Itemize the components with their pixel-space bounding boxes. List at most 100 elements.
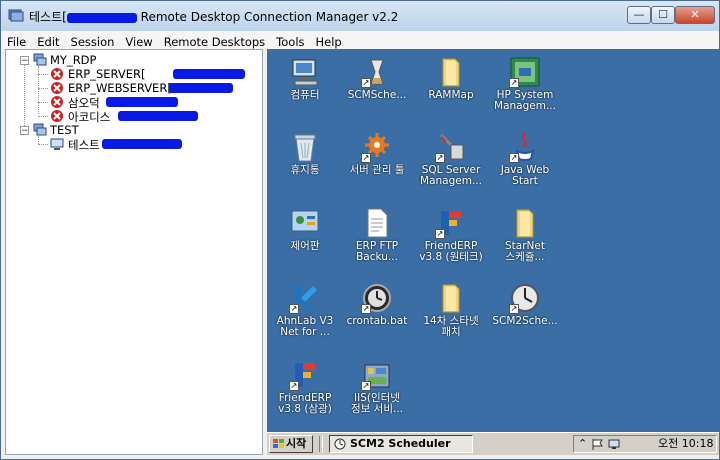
desktop-icon-frienderp-samkwang[interactable]: ↗ FriendERP v3.8 (삼광) [267,359,343,415]
start-button[interactable]: 시작 [269,435,313,453]
collapse-toggle[interactable]: − [20,126,29,136]
folder-icon [442,284,460,313]
redaction-bar [102,139,182,149]
tree-group-my-rdp[interactable]: − MY_RDP [16,53,216,67]
minimize-button[interactable]: — [627,6,651,24]
tree-item-label: 테스트 [68,138,100,152]
menu-session[interactable]: Session [65,33,120,49]
server-group-icon [33,123,47,136]
icon-label: HP System Managem... [494,89,556,112]
icon-label: IIS(인터넷 정보 서비... [351,392,403,415]
maximize-button[interactable]: ☐ [651,6,675,24]
tree-item-label: ERP_WEBSERVER[ [68,81,172,95]
desktop-icon-recycle-bin[interactable]: 휴지통 [267,131,343,176]
tree-item-samoduk[interactable]: 삼오덕 [36,95,256,110]
desktop-icon-starnet-patch[interactable]: 14차 스타넷 패치 [413,282,489,338]
menu-help[interactable]: Help [310,33,347,49]
start-label: 시작 [286,437,307,450]
remote-desktop-view[interactable]: 컴퓨터 ↗ SCMSche... RAMMap ↗ HP System Mana… [267,49,719,455]
tree-item-test-server[interactable]: 테스트 [36,137,256,152]
desktop-icon-java-web-start[interactable]: ↗ Java Web Start [487,131,563,187]
window-title: 테스트[ Remote Desktop Connection Manager v… [29,8,398,25]
tree-group-label: MY_RDP [50,53,97,67]
desktop-icon-hp-system-management[interactable]: ↗ HP System Managem... [487,56,563,112]
icon-label: ERP FTP Backu... [355,240,399,263]
app-icon [8,9,24,22]
tree-connector [38,116,48,117]
tree-item-erp-webserver[interactable]: ERP_WEBSERVER[ [36,81,256,95]
menu-tools[interactable]: Tools [270,33,309,49]
icon-label: Java Web Start [500,164,550,187]
icon-label: SQL Server Managem... [420,164,482,187]
folder-icon [516,209,534,238]
menu-remote-desktops[interactable]: Remote Desktops [158,33,270,49]
tree-connector [38,88,48,89]
redaction-bar [106,97,178,107]
icon-label: crontab.bat [346,315,408,327]
desktop-icon-server-tools[interactable]: ↗ 서버 관리 툴 [339,131,415,176]
desktop-icon-frienderp-wontech[interactable]: ↗ FriendERP v3.8 (원테크) [413,207,489,263]
icon-label: 서버 관리 툴 [349,164,405,176]
shortcut-arrow-icon: ↗ [361,304,371,314]
server-group-icon [33,53,47,66]
icon-label: 제어판 [290,240,320,252]
menu-edit[interactable]: Edit [31,33,64,49]
tree-group-test[interactable]: − TEST [16,123,216,137]
scheduler-icon [334,438,346,450]
tree-item-akodis[interactable]: 아코디스 [36,109,256,124]
desktop-icon-scm2sche[interactable]: ↗ SCM2Sche... [487,282,563,327]
flag-icon[interactable] [592,439,604,450]
folder-icon [442,58,460,87]
collapse-toggle[interactable]: − [20,56,29,66]
desktop-icon-erp-ftp-backup[interactable]: ERP FTP Backu... [339,207,415,263]
menu-bar: File Edit Session View Remote Desktops Tools H… [1,31,719,49]
icon-label: 휴지통 [290,164,320,176]
network-icon[interactable] [608,439,620,450]
shortcut-arrow-icon: ↗ [509,304,519,314]
remote-desktop-surface[interactable]: 컴퓨터 ↗ SCMSche... RAMMap ↗ HP System Mana… [267,49,719,431]
taskbar-item-scm2-scheduler[interactable]: SCM2 Scheduler [329,435,473,453]
title-prefix: 테스트[ [29,10,67,24]
tree-item-label: ERP_SERVER[ [68,67,146,81]
icon-label: FriendERP v3.8 (삼광) [278,392,332,415]
tree-connector [38,144,48,145]
desktop-icon-sql-server[interactable]: ↗ SQL Server Managem... [413,131,489,187]
desktop-icon-iis[interactable]: ↗ IIS(인터넷 정보 서비... [339,359,415,415]
shortcut-arrow-icon: ↗ [361,381,371,391]
tree-connector [38,74,48,75]
clock[interactable]: 오전 10:18 [658,436,713,452]
disconnected-icon [51,68,63,80]
task-label: SCM2 Scheduler [350,437,451,450]
redaction-bar [169,83,233,93]
document-icon [367,208,388,238]
close-button[interactable]: ✕ [675,6,715,24]
tree-group-label: TEST [50,123,79,137]
desktop-icon-scmsche[interactable]: ↗ SCMSche... [339,56,415,101]
icon-label: SCMSche... [347,89,407,101]
menu-file[interactable]: File [1,33,31,49]
title-bar[interactable]: 테스트[ Remote Desktop Connection Manager v… [1,1,719,31]
icon-label: 14차 스타넷 패치 [423,315,479,338]
disconnected-icon [51,82,63,94]
shortcut-arrow-icon: ↗ [509,153,519,163]
icon-label: 컴퓨터 [290,89,320,101]
tree-item-erp-server[interactable]: ERP_SERVER[ [36,67,256,81]
desktop-icon-ahnlab-v3[interactable]: ↗ AhnLab V3 Net for ... [267,282,343,338]
desktop-icon-crontab-bat[interactable]: ↗ crontab.bat [339,282,415,327]
desktop-icon-control-panel[interactable]: 제어판 [267,207,343,252]
recycle-bin-icon [294,134,316,162]
icon-label: AhnLab V3 Net for ... [276,315,334,338]
shortcut-arrow-icon: ↗ [435,229,445,239]
icon-label: StarNet 스케쥴... [505,240,545,263]
shortcut-arrow-icon: ↗ [435,153,445,163]
disconnected-icon [51,110,63,122]
redaction-bar [118,111,198,121]
taskbar-separator [319,436,323,452]
desktop-icon-starnet-scheduler[interactable]: StarNet 스케쥴... [487,207,563,263]
desktop-icon-rammap[interactable]: RAMMap [413,56,489,101]
desktop-icon-computer[interactable]: 컴퓨터 [267,56,343,101]
chevron-up-icon[interactable]: ⌃ [578,436,587,452]
icon-label: SCM2Sche... [492,315,558,327]
windows-logo-icon [273,439,284,448]
menu-view[interactable]: View [119,33,157,49]
